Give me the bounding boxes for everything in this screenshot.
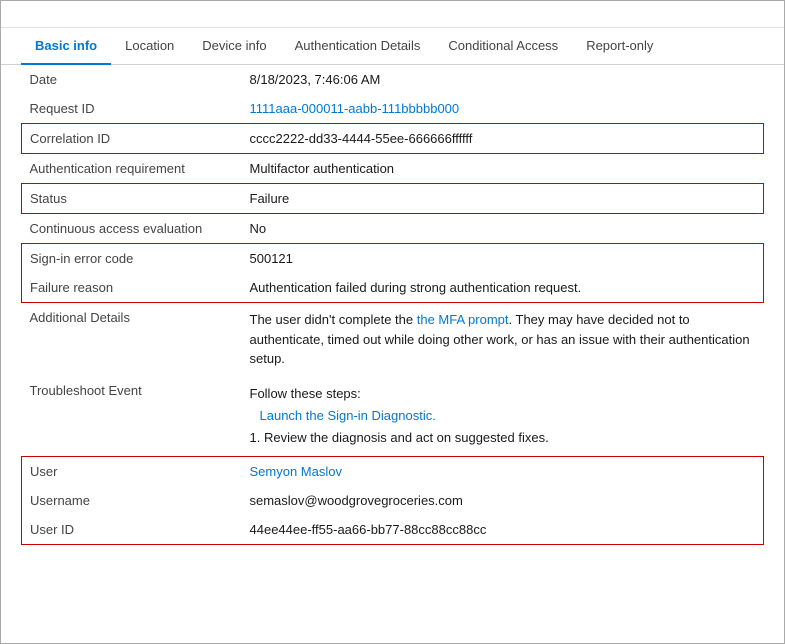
info-table: Date8/18/2023, 7:46:06 AMRequest ID 1111a…	[21, 65, 764, 545]
row-label: Date	[22, 65, 242, 94]
table-row: Usernamesemaslov@woodgrovegroceries.com	[22, 486, 764, 515]
troubleshoot-content: Follow these steps: Launch the Sign-in Di…	[250, 383, 756, 449]
table-row: Troubleshoot Event Follow these steps: Lau…	[22, 376, 764, 457]
request-id-link[interactable]: 1111aaa-000011-aabb-111bbbbb000	[250, 101, 460, 116]
title-bar	[1, 1, 784, 28]
table-row: Continuous access evaluationNo	[22, 214, 764, 244]
row-label: Correlation ID	[22, 124, 242, 154]
row-label: User	[22, 456, 242, 486]
table-row: User Semyon Maslov	[22, 456, 764, 486]
tab-location[interactable]: Location	[111, 28, 188, 65]
tab-conditional-access[interactable]: Conditional Access	[434, 28, 572, 65]
row-label: Sign-in error code	[22, 244, 242, 274]
table-row: Date8/18/2023, 7:46:06 AM	[22, 65, 764, 94]
row-value: Failure	[242, 184, 764, 214]
additional-details-text: The user didn't complete the the MFA pro…	[250, 312, 750, 366]
sign-in-diagnostic-link[interactable]: Launch the Sign-in Diagnostic.	[260, 408, 436, 423]
table-row: Additional DetailsThe user didn't comple…	[22, 303, 764, 376]
mfa-highlight: the MFA prompt	[417, 312, 509, 327]
main-window: Basic infoLocationDevice infoAuthenticat…	[0, 0, 785, 644]
row-value[interactable]: Semyon Maslov	[242, 456, 764, 486]
row-value: Follow these steps: Launch the Sign-in Di…	[242, 376, 764, 457]
row-label: User ID	[22, 515, 242, 545]
row-value: semaslov@woodgrovegroceries.com	[242, 486, 764, 515]
row-value: cccc2222-dd33-4444-55ee-666666ffffff	[242, 124, 764, 154]
tab-basic-info[interactable]: Basic info	[21, 28, 111, 65]
troubleshoot-link-row: Launch the Sign-in Diagnostic.	[260, 405, 756, 427]
table-row: StatusFailure	[22, 184, 764, 214]
table-row: Sign-in error code500121	[22, 244, 764, 274]
row-label: Continuous access evaluation	[22, 214, 242, 244]
table-row: Authentication requirementMultifactor au…	[22, 154, 764, 184]
row-value: 500121	[242, 244, 764, 274]
tab-device-info[interactable]: Device info	[188, 28, 280, 65]
troubleshoot-step1: 1. Review the diagnosis and act on sugge…	[250, 427, 756, 449]
row-value: Multifactor authentication	[242, 154, 764, 184]
row-label: Additional Details	[22, 303, 242, 376]
row-value: 44ee44ee-ff55-aa66-bb77-88cc88cc88cc	[242, 515, 764, 545]
table-row: User ID44ee44ee-ff55-aa66-bb77-88cc88cc8…	[22, 515, 764, 545]
tab-report-only[interactable]: Report-only	[572, 28, 667, 65]
row-label: Authentication requirement	[22, 154, 242, 184]
row-value: Authentication failed during strong auth…	[242, 273, 764, 303]
row-label: Status	[22, 184, 242, 214]
user-link[interactable]: Semyon Maslov	[250, 464, 342, 479]
row-label: Failure reason	[22, 273, 242, 303]
table-row: Failure reasonAuthentication failed duri…	[22, 273, 764, 303]
content-area: Date8/18/2023, 7:46:06 AMRequest ID 1111a…	[1, 65, 784, 565]
troubleshoot-follow: Follow these steps:	[250, 383, 756, 405]
row-value[interactable]: 1111aaa-000011-aabb-111bbbbb000	[242, 94, 764, 124]
table-row: Correlation IDcccc2222-dd33-4444-55ee-66…	[22, 124, 764, 154]
table-row: Request ID 1111aaa-000011-aabb-111bbbbb00…	[22, 94, 764, 124]
row-value: The user didn't complete the the MFA pro…	[242, 303, 764, 376]
tab-authentication-details[interactable]: Authentication Details	[281, 28, 435, 65]
row-value: 8/18/2023, 7:46:06 AM	[242, 65, 764, 94]
row-label: Troubleshoot Event	[22, 376, 242, 457]
row-label: Username	[22, 486, 242, 515]
row-value: No	[242, 214, 764, 244]
tab-bar: Basic infoLocationDevice infoAuthenticat…	[1, 28, 784, 65]
row-label: Request ID	[22, 94, 242, 124]
